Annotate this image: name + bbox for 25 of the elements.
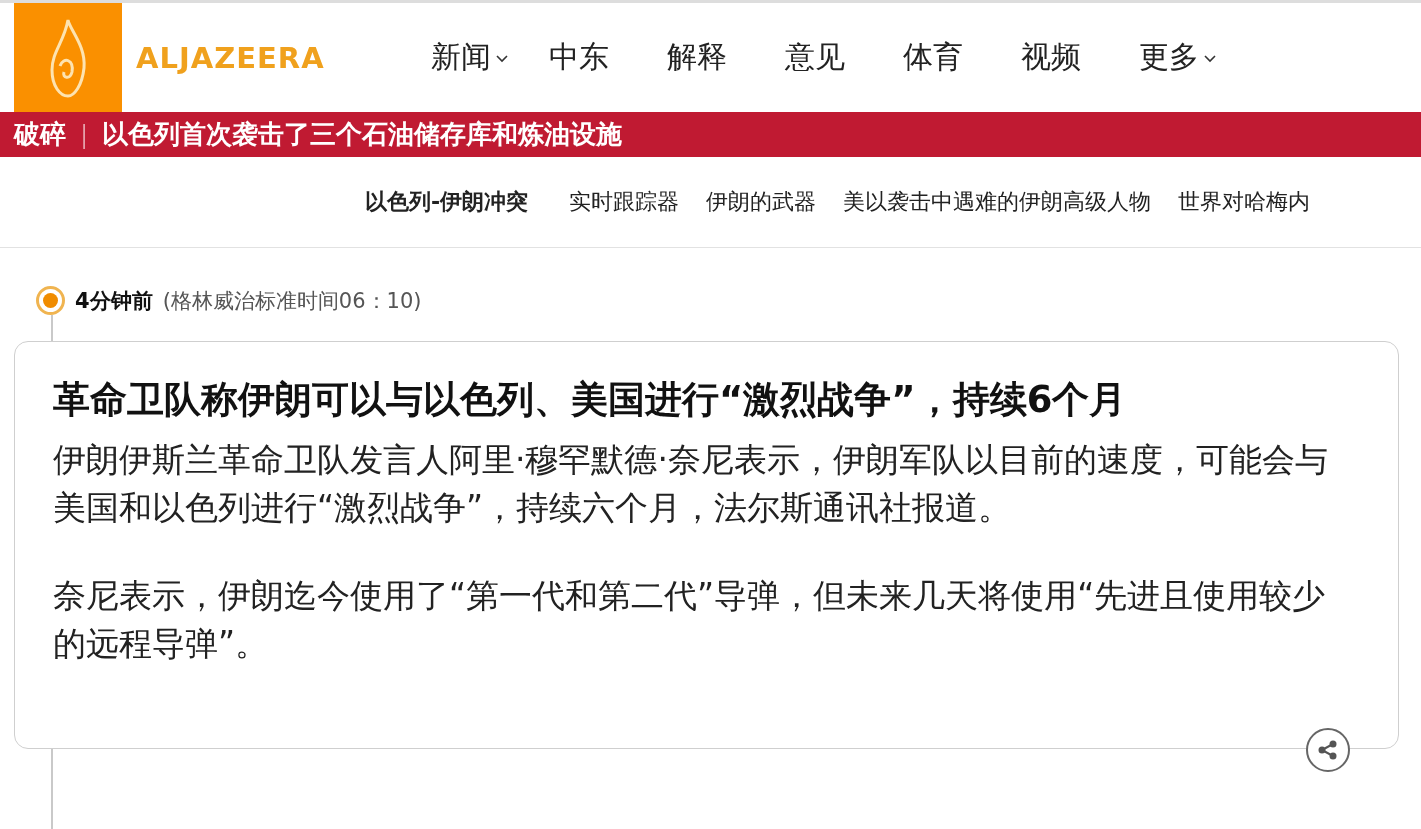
nav-link[interactable]: 视频 [1020, 37, 1139, 78]
share-icon [1317, 739, 1339, 762]
separator: | [80, 120, 89, 149]
breaking-headline[interactable]: 以色列首次袭击了三个石油储存库和炼油设施 [102, 117, 623, 152]
nav-link[interactable]: 中东 [548, 37, 667, 78]
topic-link[interactable]: 世界对哈梅内 [1178, 187, 1311, 217]
time-ago: 4分钟前 [75, 287, 153, 315]
timestamp: (格林威治标准时间06：10) [162, 287, 422, 315]
topic-link[interactable]: 实时跟踪器 [569, 187, 680, 217]
topic-link[interactable]: 以色列-伊朗冲突 [365, 187, 529, 217]
nav-link[interactable]: 体育 [902, 37, 1021, 78]
chevron-down-icon [494, 52, 509, 63]
update-paragraph: 奈尼表示，伊朗迄今使用了“第一代和第二代”导弹，但未来几天将使用“先进且使用较少的远程导弹”。 [53, 575, 1327, 666]
breaking-label: 破碎 [14, 118, 66, 151]
nav-link[interactable]: 意见 [784, 37, 903, 78]
nav-link[interactable]: 新闻 [430, 37, 549, 78]
nav-link[interactable]: 解释 [666, 37, 785, 78]
topic-link[interactable]: 伊朗的武器 [706, 187, 817, 217]
share-button[interactable] [1306, 728, 1350, 773]
nav-link[interactable]: 更多 [1138, 37, 1257, 78]
timeline-dot-icon [36, 286, 65, 315]
update-paragraph: 伊朗伊斯兰革命卫队发言人阿里·穆罕默德·奈尼表示，伊朗军队以目前的速度，可能会与美国和以色列进行“激烈战争”，持续六个月，法尔斯通讯社报道。 [53, 439, 1329, 530]
update-title: 革命卫队称伊朗可以与以色列、美国进行“激烈战争”，持续6个月 [53, 377, 1128, 423]
chevron-down-icon [1202, 52, 1217, 63]
topic-link[interactable]: 美以袭击中遇难的伊朗高级人物 [843, 187, 1152, 217]
